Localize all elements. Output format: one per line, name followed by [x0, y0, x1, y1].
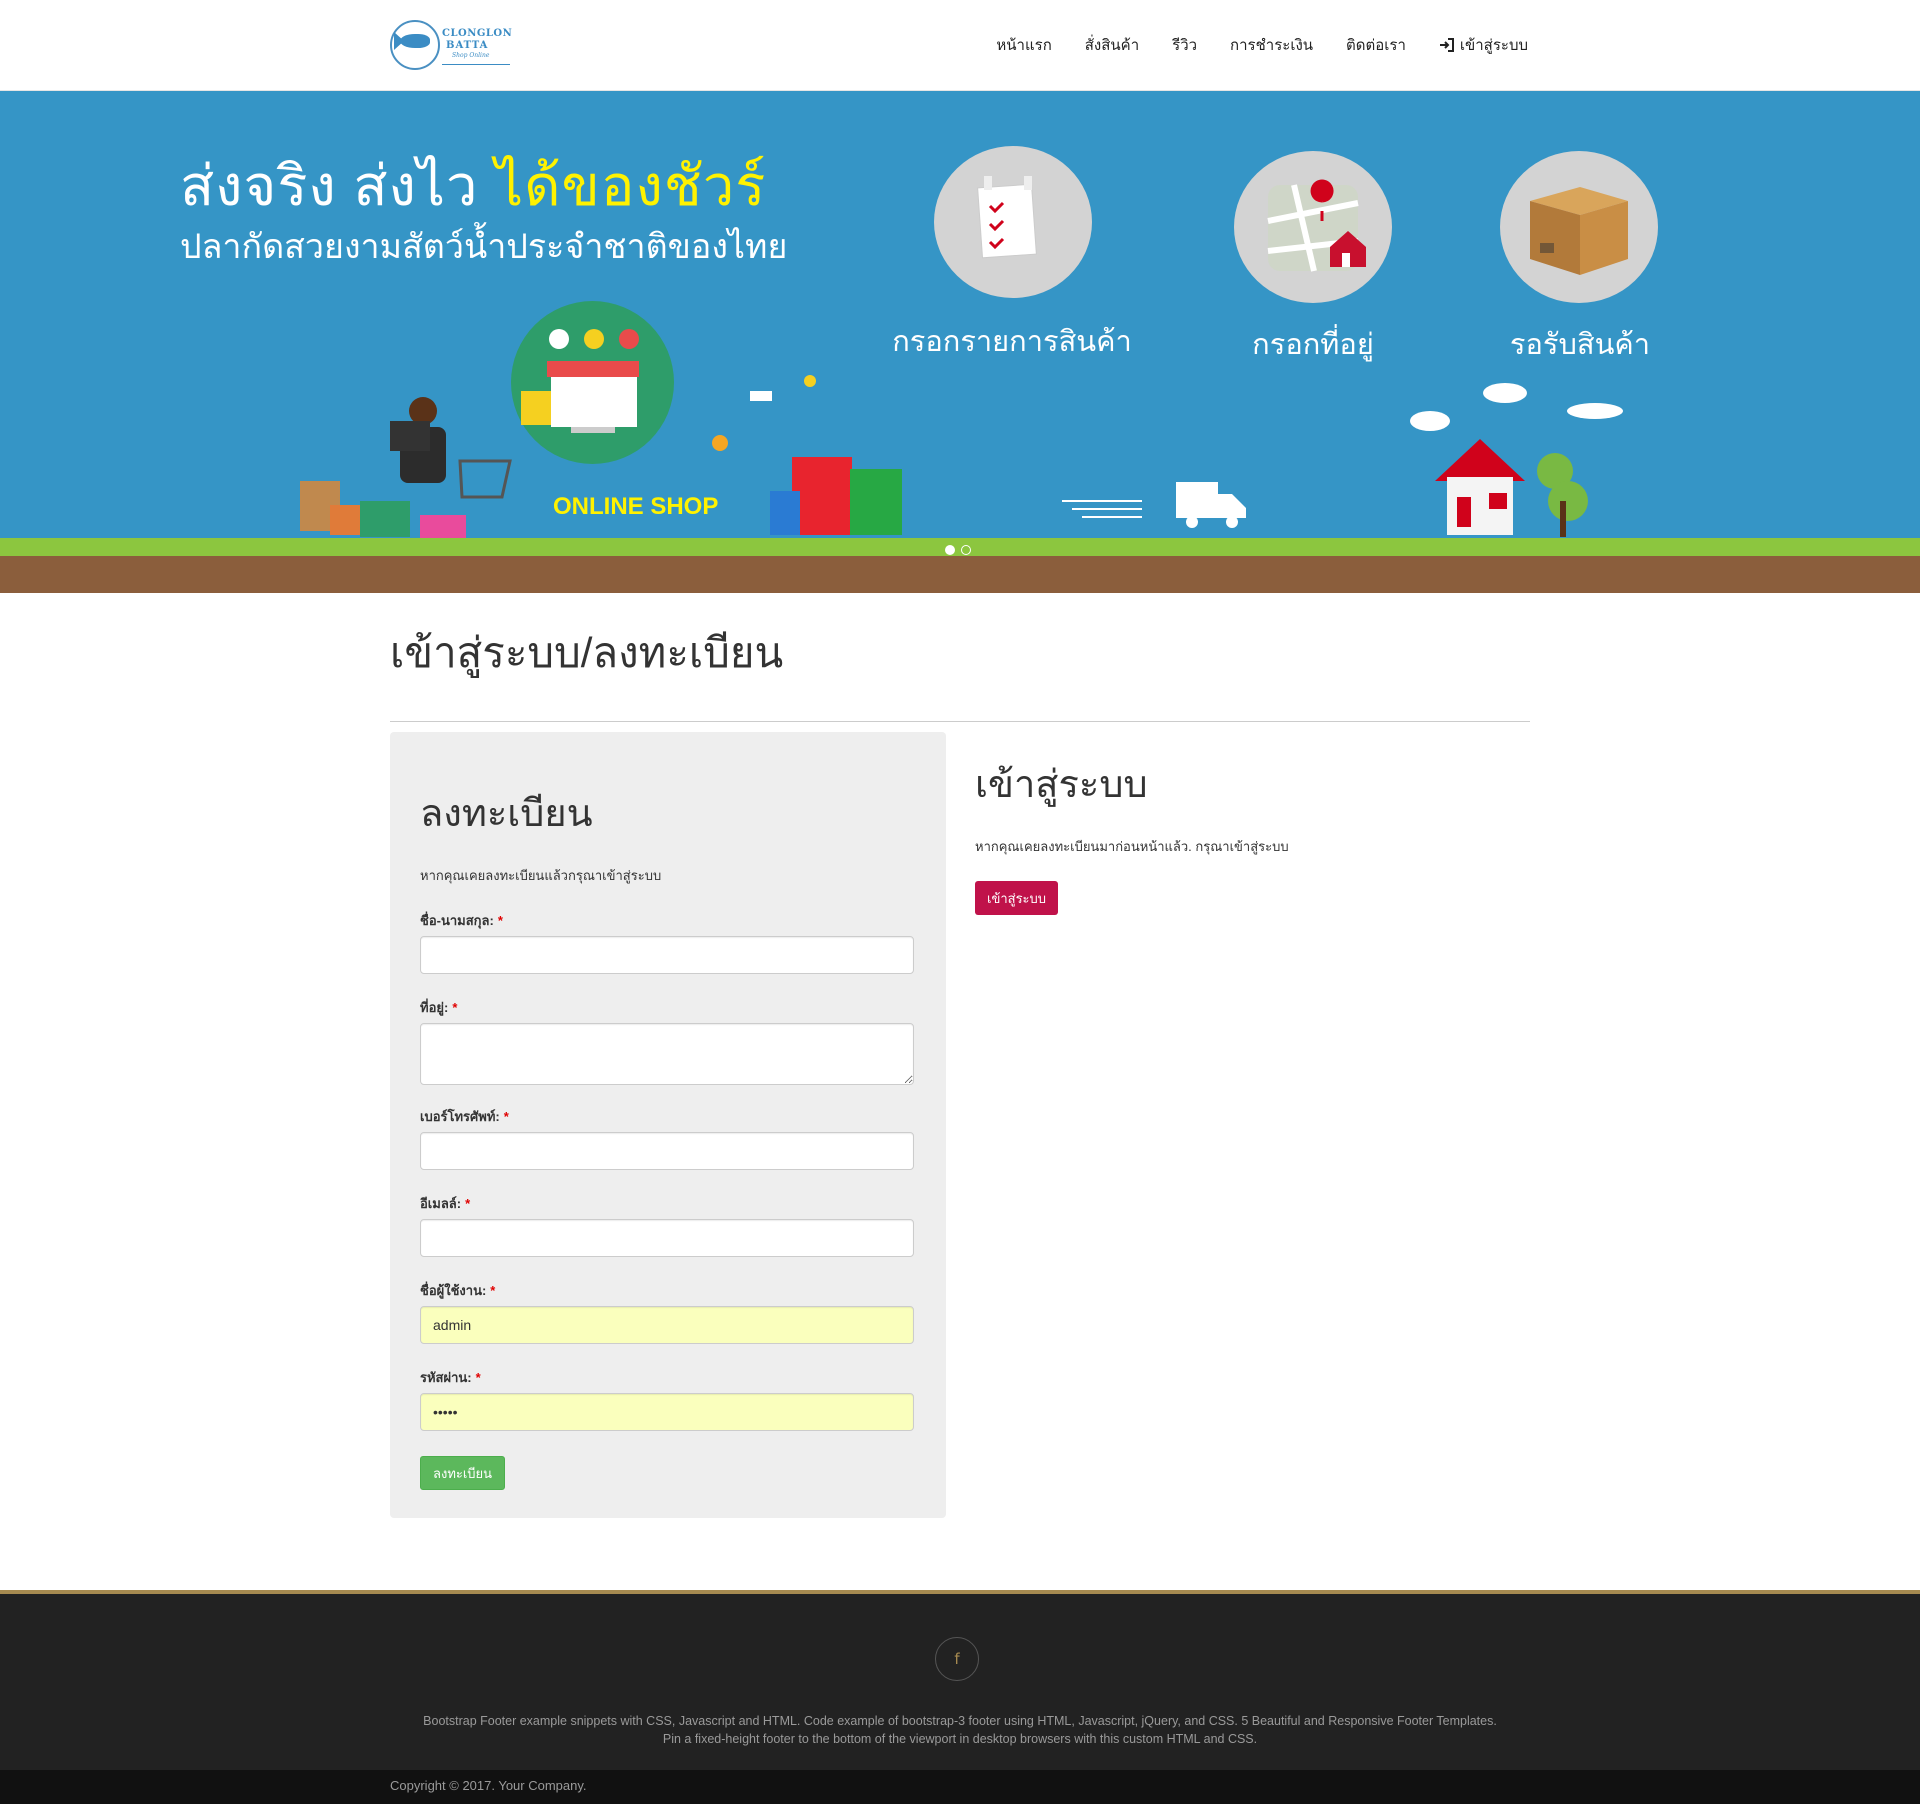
carousel-dot-1[interactable]: [945, 545, 955, 555]
email-field[interactable]: [420, 1219, 914, 1257]
register-panel: ลงทะเบียน หากคุณเคยลงทะเบียนแล้วกรุณาเข้…: [390, 732, 946, 1518]
package-box-icon: [1500, 151, 1658, 303]
password-label: รหัสผ่าน: *: [420, 1370, 481, 1385]
register-button[interactable]: ลงทะเบียน: [420, 1456, 506, 1490]
navbar: CLONGLON BATTA Shop Online หน้าแรก สั่งส…: [0, 0, 1920, 91]
nav-order[interactable]: สั่งสินค้า: [1085, 33, 1139, 57]
username-field[interactable]: [420, 1306, 914, 1344]
facebook-icon[interactable]: f: [935, 1637, 979, 1681]
fullname-field[interactable]: [420, 936, 914, 974]
step-label-receive: รอรับสินค้า: [1509, 329, 1651, 361]
nav-login-label: เข้าสู่ระบบ: [1459, 37, 1528, 54]
phone-field[interactable]: [420, 1132, 914, 1170]
online-shop-illustration: [511, 301, 674, 464]
footer: f Bootstrap Footer example snippets with…: [0, 1590, 1920, 1770]
footer-text: Bootstrap Footer example snippets with C…: [423, 1714, 1497, 1746]
nav-contact[interactable]: ติดต่อเรา: [1346, 33, 1406, 57]
login-button[interactable]: เข้าสู่ระบบ: [975, 881, 1059, 915]
house-illustration: [1410, 383, 1623, 537]
hero-banner: ส่งจริง ส่งไว ได้ของชัวร์ ปลากัดสวยงามสั…: [0, 91, 1920, 593]
checklist-icon: [934, 146, 1092, 298]
nav-review[interactable]: รีวิว: [1172, 33, 1197, 57]
step-label-address: กรอกที่อยู่: [1252, 329, 1374, 361]
logo-text-line1: CLONGLON: [442, 28, 513, 39]
nav-login[interactable]: เข้าสู่ระบบ: [1439, 33, 1528, 57]
map-pin-icon: [1234, 151, 1392, 303]
nav-payment[interactable]: การชำระเงิน: [1230, 33, 1313, 57]
banner-headline: ส่งจริง ส่งไว ได้ของชัวร์: [180, 154, 767, 217]
email-label: อีเมลล์: *: [420, 1196, 471, 1211]
banner-subline: ปลากัดสวยงามสัตว์น้ำประจำชาติของไทย: [180, 228, 788, 266]
delivery-truck-illustration: [1062, 482, 1246, 528]
shopping-person-illustration: [300, 397, 512, 541]
phone-label: เบอร์โทรศัพท์: *: [420, 1109, 509, 1124]
login-title: เข้าสู่ระบบ: [975, 764, 1148, 806]
main-nav: หน้าแรก สั่งสินค้า รีวิว การชำระเงิน ติด…: [996, 33, 1528, 57]
shopping-bags-illustration: [712, 375, 902, 535]
banner-soil: [0, 556, 1920, 593]
carousel-dot-2[interactable]: [961, 545, 971, 555]
register-hint: หากคุณเคยลงทะเบียนแล้วกรุณาเข้าสู่ระบบ: [420, 868, 662, 883]
carousel-indicators: [945, 545, 971, 555]
fullname-label: ชื่อ-นามสกุล: *: [420, 913, 503, 928]
site-logo[interactable]: CLONGLON BATTA Shop Online: [390, 18, 512, 76]
copyright-text: Copyright © 2017. Your Company.: [390, 1778, 587, 1793]
address-field[interactable]: [420, 1023, 914, 1085]
register-title: ลงทะเบียน: [420, 793, 593, 835]
page-title: เข้าสู่ระบบ/ลงทะเบียน: [390, 629, 784, 676]
password-field[interactable]: [420, 1393, 914, 1431]
nav-home[interactable]: หน้าแรก: [996, 33, 1051, 57]
sign-in-icon: [1439, 38, 1455, 52]
username-label: ชื่อผู้ใช้งาน: *: [420, 1283, 496, 1298]
copyright-bar: Copyright © 2017. Your Company.: [0, 1770, 1920, 1804]
title-divider: [390, 721, 1530, 722]
login-hint: หากคุณเคยลงทะเบียนมาก่อนหน้าแล้ว. กรุณาเ…: [975, 839, 1289, 854]
address-label: ที่อยู่: *: [420, 1000, 458, 1015]
logo-text-line2: BATTA: [446, 40, 489, 51]
logo-tagline: Shop Online: [452, 52, 490, 59]
